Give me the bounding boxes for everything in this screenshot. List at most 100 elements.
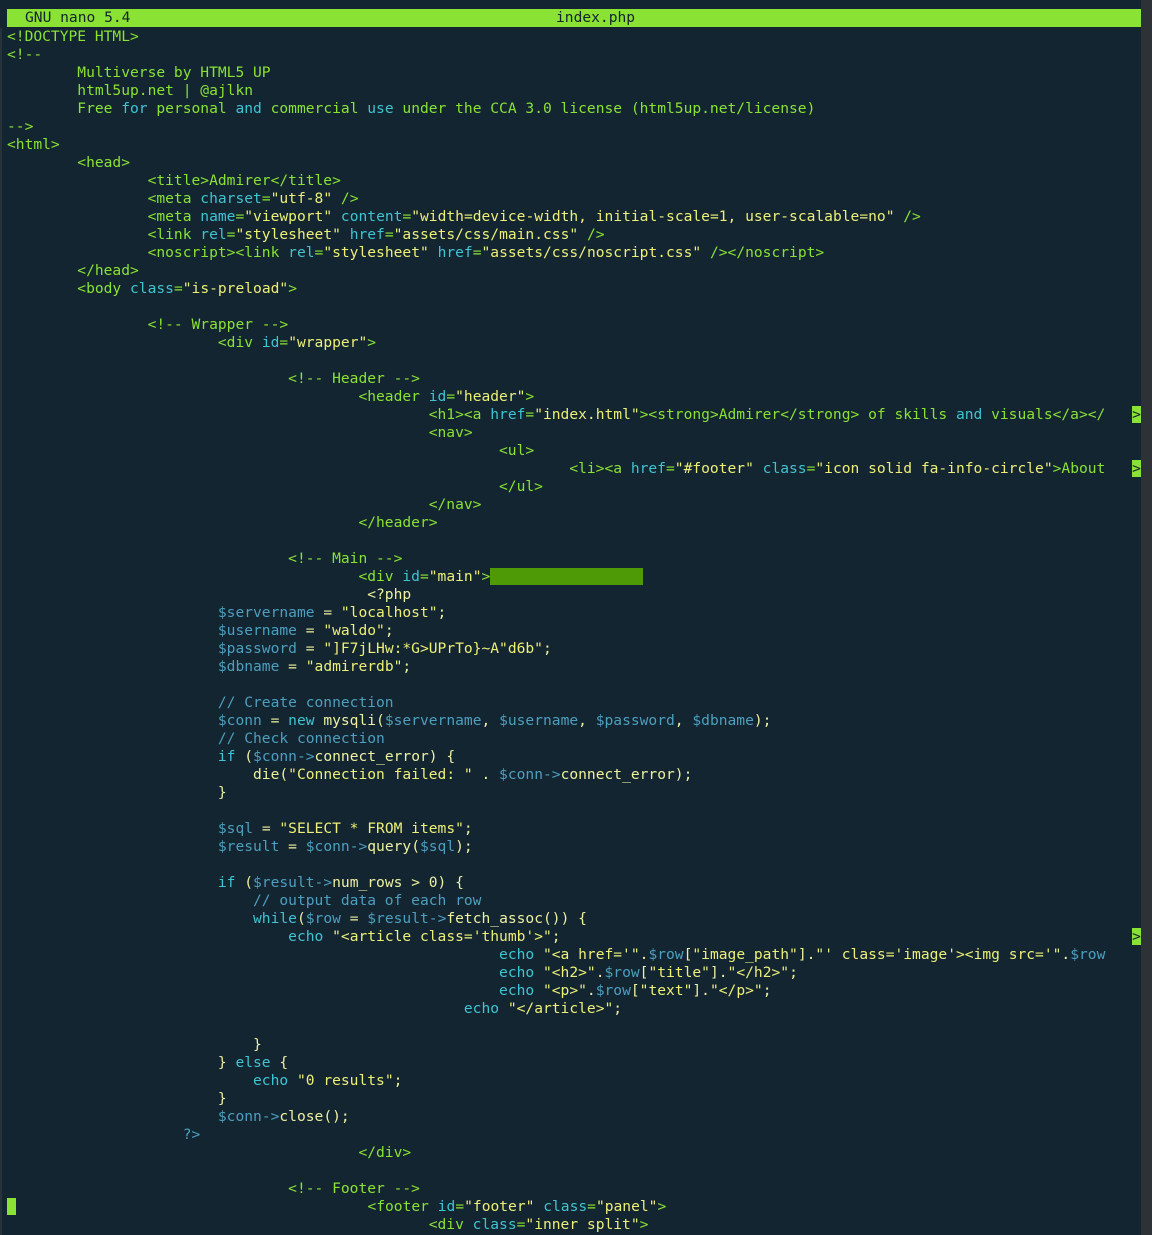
- code-line[interactable]: </nav>: [7, 496, 1141, 514]
- code-token: [: [630, 982, 640, 999]
- code-line[interactable]: // output data of each row: [7, 892, 1141, 910]
- code-token: <meta: [7, 190, 201, 207]
- code-token: "</h2>": [727, 964, 790, 981]
- code-line[interactable]: <html>: [7, 136, 1141, 154]
- code-line[interactable]: <body class="is-preload">: [7, 280, 1141, 298]
- code-line[interactable]: die("Connection failed: " . $conn->conne…: [7, 766, 1141, 784]
- code-line[interactable]: <title>Admirer</title>: [7, 172, 1141, 190]
- code-token: id: [437, 1198, 456, 1215]
- code-line[interactable]: <link rel="stylesheet" href="assets/css/…: [7, 226, 1141, 244]
- code-line[interactable]: Free for personal and commercial use und…: [7, 100, 1141, 118]
- code-line[interactable]: $sql = "SELECT * FROM items";: [7, 820, 1141, 838]
- code-line[interactable]: <meta charset="utf-8" />: [7, 190, 1141, 208]
- code-token: }: [7, 1036, 262, 1053]
- code-line[interactable]: [7, 856, 1141, 874]
- code-line[interactable]: <!-- Main -->: [7, 550, 1141, 568]
- code-token: else: [235, 1054, 271, 1071]
- code-line[interactable]: <noscript><link rel="stylesheet" href="a…: [7, 244, 1141, 262]
- code-line[interactable]: echo "<h2>".$row["title"]."</h2>";: [7, 964, 1141, 982]
- code-line[interactable]: Multiverse by HTML5 UP: [7, 64, 1141, 82]
- code-line[interactable]: $dbname = "admirerdb";: [7, 658, 1141, 676]
- code-line[interactable]: $servername = "localhost";: [7, 604, 1141, 622]
- code-token: <footer: [16, 1198, 438, 1215]
- code-line[interactable]: echo "</article>";: [7, 1000, 1141, 1018]
- code-token: >: [657, 1198, 667, 1215]
- code-line[interactable]: } else {: [7, 1054, 1141, 1072]
- code-line[interactable]: $conn->close();: [7, 1108, 1141, 1126]
- code-line[interactable]: echo "0 results";: [7, 1072, 1141, 1090]
- code-line[interactable]: [7, 352, 1141, 370]
- code-line[interactable]: [7, 1162, 1141, 1180]
- code-line[interactable]: while($row = $result->fetch_assoc()) {: [7, 910, 1141, 928]
- code-line[interactable]: -->: [7, 118, 1141, 136]
- code-line[interactable]: <!-- Header -->: [7, 370, 1141, 388]
- code-line[interactable]: <meta name="viewport" content="width=dev…: [7, 208, 1141, 226]
- code-token: $row: [648, 946, 684, 963]
- code-line[interactable]: [7, 802, 1141, 820]
- editor-text-area[interactable]: <!DOCTYPE HTML> <!-- Multiverse by HTML5 …: [7, 28, 1141, 1235]
- code-line[interactable]: <footer id="footer" class="panel">: [7, 1198, 1141, 1216]
- code-token: ->: [296, 748, 315, 765]
- code-line[interactable]: <head>: [7, 154, 1141, 172]
- code-line[interactable]: }: [7, 1090, 1141, 1108]
- code-token: "text": [639, 982, 693, 999]
- code-token: >: [639, 1216, 649, 1233]
- code-line[interactable]: echo "<p>".$row["text"]."</p>";: [7, 982, 1141, 1000]
- code-token: <li><a: [7, 460, 631, 477]
- code-token: "0 results": [296, 1072, 394, 1089]
- code-line[interactable]: [7, 676, 1141, 694]
- code-token: ].: [797, 946, 816, 963]
- code-line[interactable]: $username = "waldo";: [7, 622, 1141, 640]
- code-line[interactable]: if ($result->num_rows > 0) {: [7, 874, 1141, 892]
- code-line[interactable]: <h1><a href="index.html"><strong>Admirer…: [7, 406, 1141, 424]
- code-line[interactable]: }: [7, 784, 1141, 802]
- code-line[interactable]: if ($conn->connect_error) {: [7, 748, 1141, 766]
- code-line[interactable]: echo "<a href='".$row["image_path"]."' c…: [7, 946, 1141, 964]
- code-token: "index.html": [534, 406, 640, 423]
- code-line[interactable]: // Create connection: [7, 694, 1141, 712]
- code-line[interactable]: }: [7, 1036, 1141, 1054]
- code-line[interactable]: <nav>: [7, 424, 1141, 442]
- code-token: href: [630, 460, 666, 477]
- code-line[interactable]: </ul>: [7, 478, 1141, 496]
- code-token: $row: [305, 910, 341, 927]
- code-token: ->: [349, 838, 368, 855]
- code-line[interactable]: <!-- Footer -->: [7, 1180, 1141, 1198]
- code-token: id: [402, 568, 420, 585]
- code-line[interactable]: <!--: [7, 46, 1141, 64]
- code-line[interactable]: </header>: [7, 514, 1141, 532]
- code-line[interactable]: $conn = new mysqli($servername, $usernam…: [7, 712, 1141, 730]
- code-line[interactable]: <header id="header">: [7, 388, 1141, 406]
- code-line[interactable]: <ul>: [7, 442, 1141, 460]
- code-line[interactable]: <div class="inner split">: [7, 1216, 1141, 1234]
- code-line[interactable]: html5up.net | @ajlkn: [7, 82, 1141, 100]
- code-line[interactable]: <li><a href="#footer" class="icon solid …: [7, 460, 1141, 478]
- code-token: "#footer": [674, 460, 754, 477]
- code-token: ;: [551, 928, 561, 945]
- code-line[interactable]: <!-- Wrapper -->: [7, 316, 1141, 334]
- code-token: and: [235, 100, 262, 117]
- editor-version-label: GNU nano 5.4: [25, 9, 131, 26]
- code-line[interactable]: <div id="wrapper">: [7, 334, 1141, 352]
- code-line[interactable]: [7, 532, 1141, 550]
- code-line[interactable]: </head>: [7, 262, 1141, 280]
- code-line[interactable]: ?>: [7, 1126, 1141, 1144]
- code-line[interactable]: <?php: [7, 586, 1141, 604]
- code-line[interactable]: $password = "]F7jLHw:*G>UPrTo}~A"d6b";: [7, 640, 1141, 658]
- code-line[interactable]: <div id="main">: [7, 568, 1141, 586]
- code-token: for: [121, 100, 148, 117]
- code-token: =: [296, 622, 324, 639]
- terminal-scrollbar-track[interactable]: [1141, 0, 1152, 1235]
- code-token: <head>: [7, 154, 131, 171]
- code-line[interactable]: // Check connection: [7, 730, 1141, 748]
- code-line[interactable]: [7, 1018, 1141, 1036]
- code-line[interactable]: [7, 298, 1141, 316]
- code-line[interactable]: </div>: [7, 1144, 1141, 1162]
- code-line[interactable]: echo "<article class='thumb'>"; >: [7, 928, 1141, 946]
- code-line[interactable]: $result = $conn->query($sql);: [7, 838, 1141, 856]
- code-line[interactable]: <!DOCTYPE HTML>: [7, 28, 1141, 46]
